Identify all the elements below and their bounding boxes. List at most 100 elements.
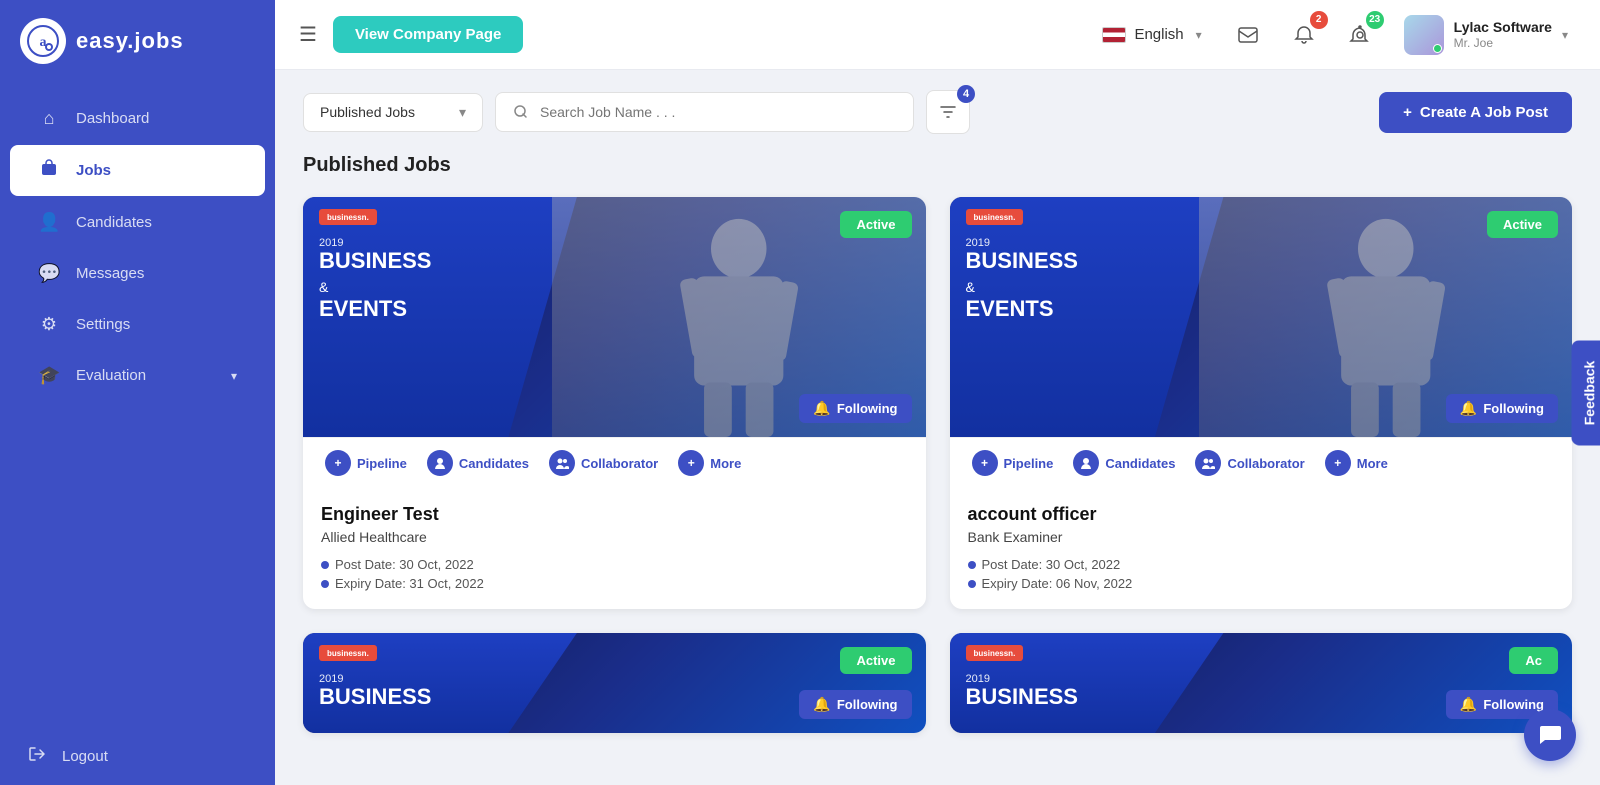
create-job-button[interactable]: + Create A Job Post	[1379, 92, 1572, 133]
date-dot	[968, 580, 976, 588]
collaborator-icon	[549, 450, 575, 476]
logo-icon: a	[20, 18, 66, 64]
job-card: businessn. 2019 BUSINESS Ac 🔔 Following	[950, 633, 1573, 733]
alerts-button[interactable]: 23	[1340, 15, 1380, 55]
jobs-grid: businessn. 2019 BUSINESS&EVENTS	[303, 197, 1572, 733]
brand-badge: businessn.	[966, 645, 1024, 661]
search-input[interactable]	[540, 104, 897, 120]
sidebar-item-label: Candidates	[76, 214, 152, 231]
notifications-button[interactable]: 2	[1284, 15, 1324, 55]
post-date: Post Date: 30 Oct, 2022	[321, 557, 908, 572]
job-card-image: businessn. 2019 BUSINESS Active 🔔 Follow…	[303, 633, 926, 733]
chevron-down-icon: ▾	[231, 369, 237, 383]
sidebar-item-jobs[interactable]: Jobs	[10, 145, 265, 196]
jobs-icon	[38, 159, 60, 182]
status-filter-dropdown[interactable]: Published Jobs ▾	[303, 93, 483, 132]
sidebar-item-label: Jobs	[76, 162, 111, 179]
candidates-icon	[427, 450, 453, 476]
sidebar-item-settings[interactable]: ⚙ Settings	[10, 300, 265, 349]
online-indicator	[1433, 44, 1442, 53]
language-selector[interactable]: English ▾	[1092, 20, 1211, 49]
sidebar-item-messages[interactable]: 💬 Messages	[10, 249, 265, 298]
sidebar-nav: ⌂ Dashboard Jobs 👤 Candidates 💬 Messages…	[0, 82, 275, 727]
feedback-tab[interactable]: Feedback	[1572, 340, 1600, 445]
more-icon: +	[678, 450, 704, 476]
avatar	[1404, 15, 1444, 55]
brand-badge: businessn.	[319, 645, 377, 661]
alerts-badge: 23	[1366, 11, 1384, 29]
sidebar-item-dashboard[interactable]: ⌂ Dashboard	[10, 94, 265, 143]
content-area: Published Jobs ▾ 4 + Create A Job Post	[275, 70, 1600, 785]
job-card: businessn. 2019 BUSINESS&EVENTS	[950, 197, 1573, 609]
more-button[interactable]: + More	[668, 438, 751, 488]
job-card-image: businessn. 2019 BUSINESS Ac 🔔 Following	[950, 633, 1573, 733]
following-badge[interactable]: 🔔 Following	[799, 394, 911, 423]
logout-icon	[28, 745, 46, 767]
menu-icon[interactable]: ☰	[299, 22, 317, 47]
candidates-icon	[1073, 450, 1099, 476]
chevron-down-icon: ▾	[459, 104, 466, 121]
logout-label: Logout	[62, 748, 108, 765]
filter-count-badge: 4	[957, 85, 975, 103]
search-icon	[512, 103, 530, 121]
language-label: English	[1134, 26, 1183, 43]
sidebar: a easy.jobs ⌂ Dashboard Jobs 👤 Candidate…	[0, 0, 275, 785]
chevron-down-icon: ▾	[1196, 28, 1202, 42]
search-box	[495, 92, 914, 132]
sidebar-item-label: Dashboard	[76, 110, 149, 127]
job-info: Engineer Test Allied Healthcare Post Dat…	[303, 488, 926, 609]
sidebar-item-label: Settings	[76, 316, 130, 333]
status-badge: Active	[840, 211, 911, 238]
logo-text: easy.jobs	[76, 28, 184, 54]
candidates-icon: 👤	[38, 212, 60, 233]
bell-icon: 🔔	[813, 400, 830, 417]
collaborator-button[interactable]: Collaborator	[539, 438, 668, 488]
notifications-badge: 2	[1310, 11, 1328, 29]
expiry-date: Expiry Date: 06 Nov, 2022	[968, 576, 1555, 591]
user-profile[interactable]: Lylac Software Mr. Joe ▾	[1396, 11, 1576, 59]
pipeline-button[interactable]: + Pipeline	[315, 438, 417, 488]
sidebar-logo: a easy.jobs	[0, 0, 275, 82]
date-dot	[321, 580, 329, 588]
job-card-image: businessn. 2019 BUSINESS&EVENTS	[950, 197, 1573, 437]
action-bar: + Pipeline Candidates Collaborator	[303, 437, 926, 488]
candidates-button[interactable]: Candidates	[417, 438, 539, 488]
chat-bubble-button[interactable]	[1524, 709, 1576, 761]
chevron-down-icon: ▾	[1562, 28, 1568, 42]
sidebar-item-evaluation[interactable]: 🎓 Evaluation ▾	[10, 351, 265, 400]
logout-item[interactable]: Logout	[0, 727, 275, 785]
sidebar-item-label: Messages	[76, 265, 144, 282]
section-title: Published Jobs	[303, 154, 1572, 177]
topbar-icons: 2 23	[1228, 15, 1380, 55]
topbar: ☰ View Company Page English ▾ 2	[275, 0, 1600, 70]
status-badge: Ac	[1509, 647, 1558, 674]
messages-button[interactable]	[1228, 15, 1268, 55]
job-meta: Post Date: 30 Oct, 2022 Expiry Date: 06 …	[968, 557, 1555, 591]
dashboard-icon: ⌂	[38, 108, 60, 129]
view-company-button[interactable]: View Company Page	[333, 16, 523, 53]
sidebar-item-candidates[interactable]: 👤 Candidates	[10, 198, 265, 247]
brand-badge: businessn.	[319, 209, 377, 225]
evaluation-icon: 🎓	[38, 365, 60, 386]
job-card: businessn. 2019 BUSINESS Active 🔔 Follow…	[303, 633, 926, 733]
filter-icon	[938, 102, 958, 122]
job-title: account officer	[968, 504, 1555, 525]
more-button[interactable]: + More	[1315, 438, 1398, 488]
pipeline-icon: +	[325, 450, 351, 476]
candidates-button[interactable]: Candidates	[1063, 438, 1185, 488]
pipeline-icon: +	[972, 450, 998, 476]
following-badge[interactable]: 🔔 Following	[799, 690, 911, 719]
expiry-date: Expiry Date: 31 Oct, 2022	[321, 576, 908, 591]
job-title: Engineer Test	[321, 504, 908, 525]
settings-icon: ⚙	[38, 314, 60, 335]
pipeline-button[interactable]: + Pipeline	[962, 438, 1064, 488]
job-card-image: businessn. 2019 BUSINESS&EVENTS	[303, 197, 926, 437]
job-company: Allied Healthcare	[321, 529, 908, 545]
messages-icon: 💬	[38, 263, 60, 284]
sidebar-item-label: Evaluation	[76, 367, 146, 384]
following-badge[interactable]: 🔔 Following	[1446, 394, 1558, 423]
dropdown-label: Published Jobs	[320, 104, 415, 120]
job-card: businessn. 2019 BUSINESS&EVENTS	[303, 197, 926, 609]
filter-button[interactable]: 4	[926, 90, 970, 134]
collaborator-button[interactable]: Collaborator	[1185, 438, 1314, 488]
